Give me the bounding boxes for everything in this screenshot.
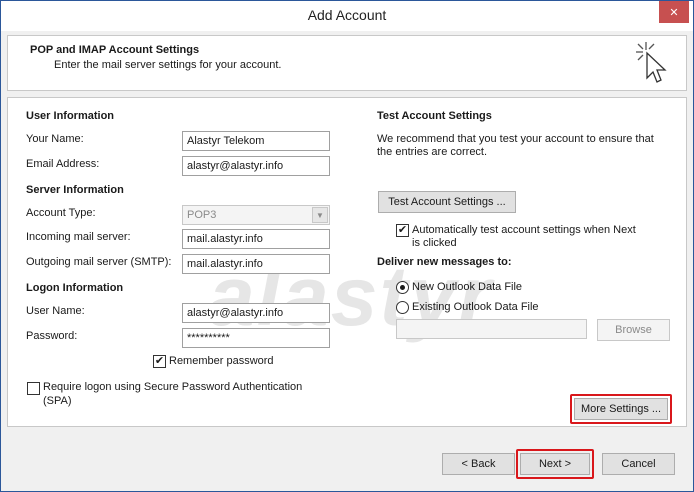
outgoing-server-label: Outgoing mail server (SMTP): — [26, 256, 172, 268]
back-button[interactable]: < Back — [442, 453, 515, 475]
new-data-file-radio[interactable] — [396, 281, 409, 294]
auto-test-label-line2: is clicked — [412, 237, 457, 249]
chevron-down-icon: ▼ — [312, 207, 328, 223]
test-desc-line1: We recommend that you test your account … — [377, 133, 654, 145]
username-label: User Name: — [26, 305, 85, 317]
your-name-label: Your Name: — [26, 133, 84, 145]
username-field[interactable]: alastyr@alastyr.info — [182, 303, 330, 323]
test-settings-title: Test Account Settings — [377, 110, 492, 122]
account-type-select: POP3 ▼ — [182, 205, 330, 225]
close-button[interactable]: ✕ — [659, 1, 689, 23]
remember-password-label: Remember password — [169, 355, 274, 367]
incoming-server-label: Incoming mail server: — [26, 231, 131, 243]
next-highlight — [516, 449, 594, 479]
spa-label-line2: (SPA) — [43, 395, 72, 407]
add-account-dialog: Add Account ✕ POP and IMAP Account Setti… — [0, 0, 694, 492]
cancel-button[interactable]: Cancel — [602, 453, 675, 475]
user-info-title: User Information — [26, 110, 115, 122]
checkmark-icon: ✔ — [397, 224, 408, 236]
new-data-file-label: New Outlook Data File — [412, 281, 523, 293]
title-bar: Add Account ✕ — [1, 1, 693, 31]
header-subtitle: Enter the mail server settings for your … — [54, 59, 282, 71]
cursor-click-icon — [636, 42, 667, 83]
spa-label-line1: Require logon using Secure Password Auth… — [43, 381, 303, 393]
more-settings-highlight — [570, 394, 672, 424]
logon-info-title: Logon Information — [26, 282, 124, 294]
close-icon: ✕ — [669, 6, 679, 19]
window-title: Add Account — [307, 7, 387, 23]
existing-data-file-path — [396, 319, 587, 339]
server-info-title: Server Information — [26, 184, 124, 196]
settings-panel: alastyr User Information Your Name: Alas… — [7, 97, 687, 427]
auto-test-checkbox[interactable]: ✔ — [396, 224, 409, 237]
your-name-field[interactable]: Alastyr Telekom — [182, 131, 330, 151]
spa-checkbox[interactable] — [27, 382, 40, 395]
auto-test-label-line1: Automatically test account settings when… — [412, 224, 636, 236]
browse-button: Browse — [597, 319, 670, 341]
existing-data-file-label: Existing Outlook Data File — [412, 301, 539, 313]
test-desc-line2: the entries are correct. — [377, 146, 488, 158]
deliver-title: Deliver new messages to: — [377, 256, 512, 268]
remember-password-checkbox[interactable]: ✔ — [153, 355, 166, 368]
password-label: Password: — [26, 330, 78, 342]
outgoing-server-field[interactable]: mail.alastyr.info — [182, 254, 330, 274]
email-field[interactable]: alastyr@alastyr.info — [182, 156, 330, 176]
dialog-header: POP and IMAP Account Settings Enter the … — [7, 35, 687, 91]
test-account-settings-button[interactable]: Test Account Settings ... — [378, 191, 516, 213]
account-type-label: Account Type: — [26, 207, 96, 219]
password-field[interactable]: ********** — [182, 328, 330, 348]
email-label: Email Address: — [26, 158, 100, 170]
incoming-server-field[interactable]: mail.alastyr.info — [182, 229, 330, 249]
existing-data-file-radio[interactable] — [396, 301, 409, 314]
header-title: POP and IMAP Account Settings — [30, 44, 200, 56]
checkmark-icon: ✔ — [154, 355, 165, 367]
